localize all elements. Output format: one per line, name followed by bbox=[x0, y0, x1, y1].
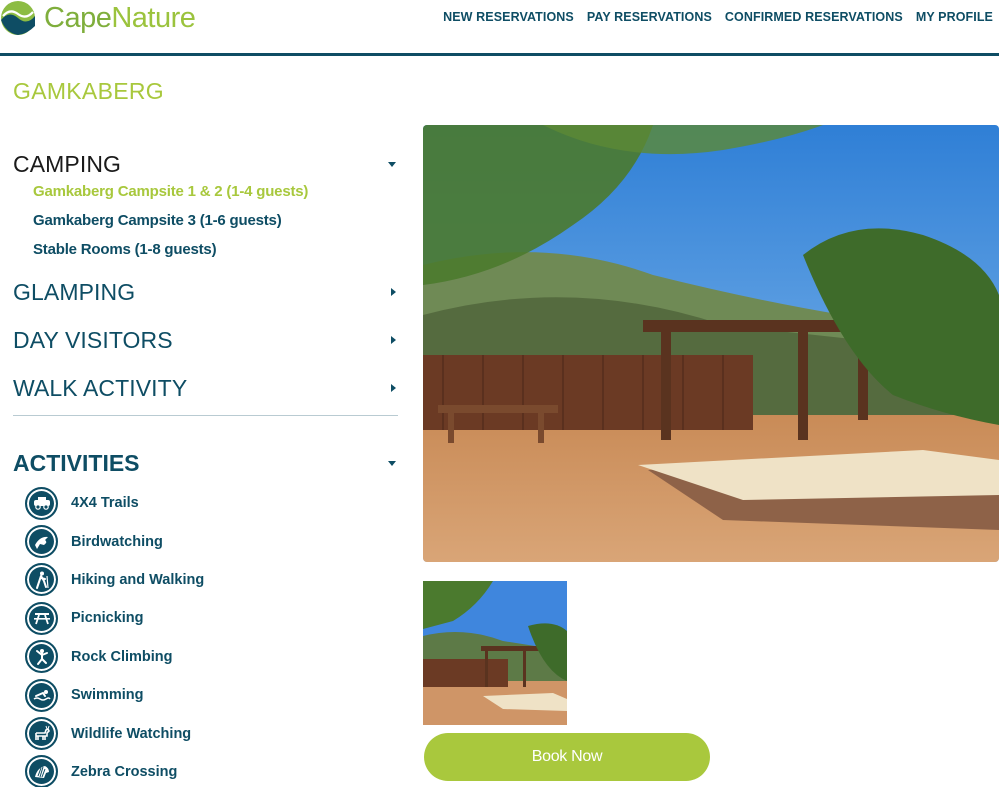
site-header: CapeNature NEW RESERVATIONS PAY RESERVAT… bbox=[0, 0, 999, 56]
section-camping[interactable]: CAMPING bbox=[13, 140, 398, 188]
caret-right-icon bbox=[391, 336, 396, 344]
activity-item: Birdwatching bbox=[13, 522, 398, 560]
top-navigation: NEW RESERVATIONS PAY RESERVATIONS CONFIR… bbox=[430, 10, 993, 24]
swimmer-icon bbox=[25, 678, 58, 712]
activity-item: Zebra Crossing bbox=[13, 753, 398, 787]
caret-right-icon bbox=[391, 384, 396, 392]
activity-item: Wildlife Watching bbox=[13, 714, 398, 752]
section-label: GLAMPING bbox=[13, 278, 136, 305]
page-title: GAMKABERG bbox=[13, 78, 164, 104]
logo-wave-icon bbox=[1, 1, 35, 35]
activity-label: Wildlife Watching bbox=[71, 725, 192, 742]
activity-item: Hiking and Walking bbox=[13, 561, 398, 599]
hiker-icon bbox=[25, 563, 58, 597]
option-campsite-3[interactable]: Gamkaberg Campsite 3 (1-6 guests) bbox=[33, 206, 398, 235]
activity-label: Swimming bbox=[71, 687, 144, 704]
nav-my-profile[interactable]: MY PROFILE bbox=[916, 10, 993, 24]
activity-item: Rock Climbing bbox=[13, 638, 398, 676]
4x4-icon bbox=[25, 486, 58, 520]
thumbnail-illustration bbox=[423, 581, 567, 725]
book-now-button[interactable]: Book Now bbox=[424, 733, 710, 781]
bird-icon bbox=[25, 525, 58, 559]
accommodation-sidebar: CAMPING Gamkaberg Campsite 1 & 2 (1-4 gu… bbox=[13, 140, 398, 787]
activity-label: Zebra Crossing bbox=[71, 763, 178, 780]
nav-confirmed-reservations[interactable]: CONFIRMED RESERVATIONS bbox=[725, 10, 903, 24]
activities-heading: ACTIVITIES bbox=[13, 449, 140, 476]
campsite-thumbnail[interactable] bbox=[423, 581, 567, 725]
campsite-main-photo[interactable] bbox=[423, 125, 999, 562]
campsite-photo-illustration bbox=[423, 125, 999, 562]
option-stable-rooms[interactable]: Stable Rooms (1-8 guests) bbox=[33, 235, 398, 264]
section-day-visitors[interactable]: DAY VISITORS bbox=[13, 316, 398, 364]
capenature-logo[interactable]: CapeNature bbox=[0, 0, 196, 36]
activity-label: Rock Climbing bbox=[71, 648, 173, 665]
activity-label: Birdwatching bbox=[71, 533, 163, 550]
activity-label: 4X4 Trails bbox=[71, 495, 139, 512]
activity-item: Picnicking bbox=[13, 599, 398, 637]
activity-label: Picnicking bbox=[71, 610, 144, 627]
caret-right-icon bbox=[391, 288, 396, 296]
activity-label: Hiking and Walking bbox=[71, 571, 205, 588]
antelope-icon bbox=[25, 717, 58, 751]
nav-new-reservations[interactable]: NEW RESERVATIONS bbox=[443, 10, 574, 24]
zebra-icon bbox=[25, 755, 58, 787]
climber-icon bbox=[25, 640, 58, 674]
camping-options: Gamkaberg Campsite 1 & 2 (1-4 guests) Ga… bbox=[13, 177, 398, 264]
activity-item: Swimming bbox=[13, 676, 398, 714]
activity-list: 4X4 Trails Birdwatching Hiking and Walki… bbox=[13, 484, 398, 787]
nav-pay-reservations[interactable]: PAY RESERVATIONS bbox=[587, 10, 712, 24]
sidebar-divider bbox=[13, 415, 398, 416]
logo-text-cape: Cape bbox=[44, 2, 112, 34]
section-walk-activity[interactable]: WALK ACTIVITY bbox=[13, 364, 398, 412]
logo-text-nature: Nature bbox=[111, 2, 196, 34]
section-glamping[interactable]: GLAMPING bbox=[13, 268, 398, 316]
picnic-table-icon bbox=[25, 601, 58, 635]
caret-down-icon bbox=[388, 461, 396, 466]
activity-item: 4X4 Trails bbox=[13, 484, 398, 522]
section-label: CAMPING bbox=[13, 150, 122, 177]
section-label: DAY VISITORS bbox=[13, 326, 173, 353]
section-label: WALK ACTIVITY bbox=[13, 374, 188, 401]
caret-down-icon bbox=[388, 161, 396, 167]
section-activities[interactable]: ACTIVITIES bbox=[13, 442, 398, 484]
